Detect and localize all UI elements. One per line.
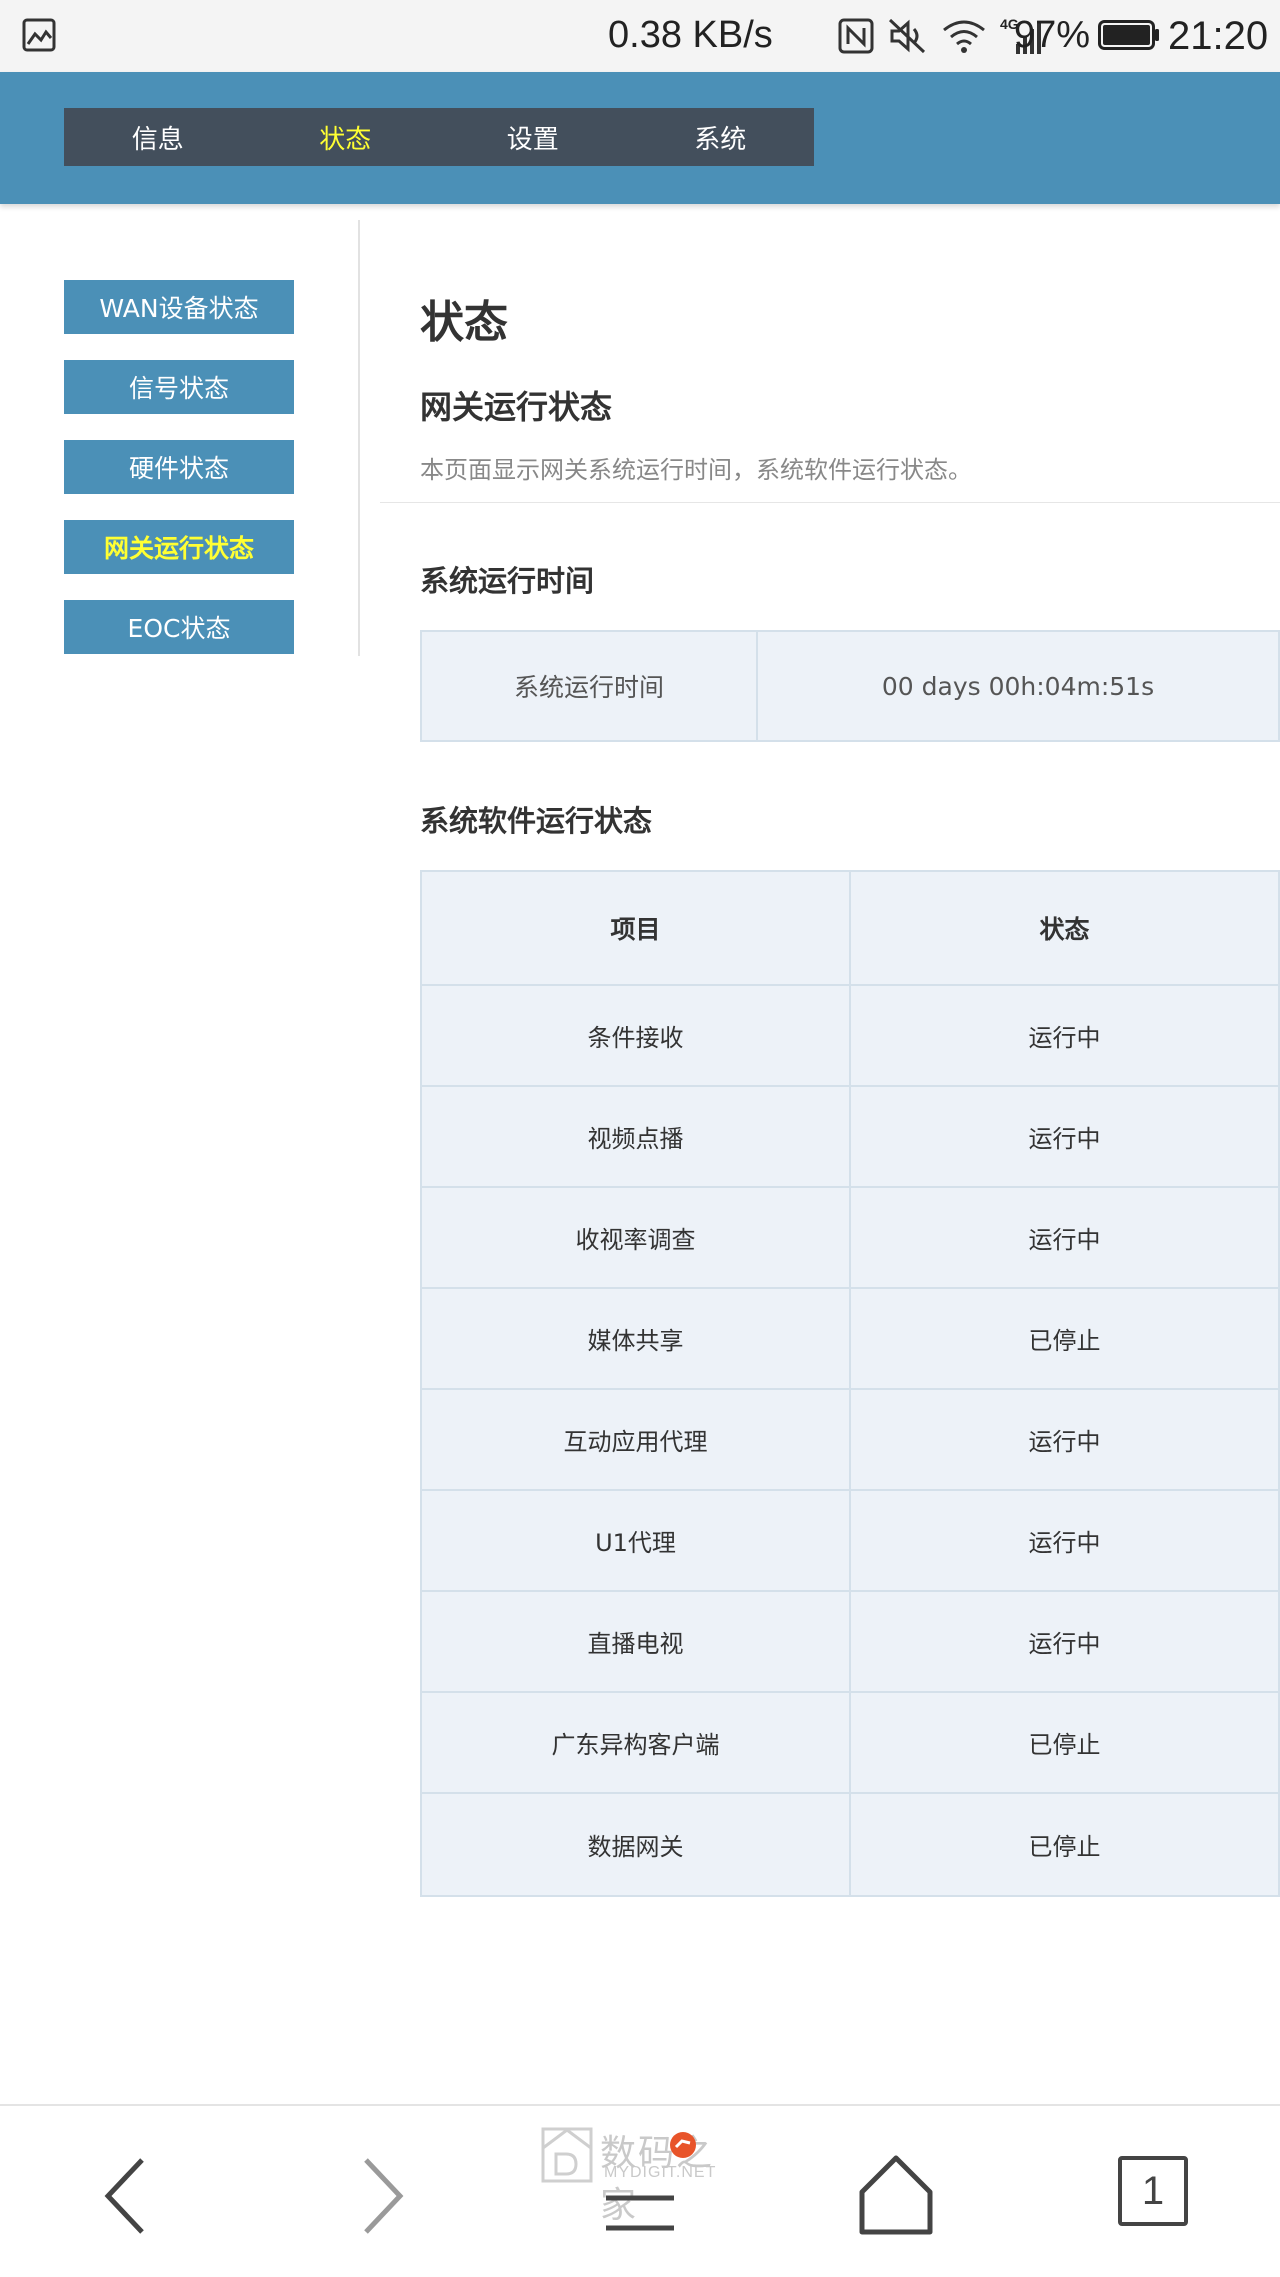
status-cell: 运行中 (1028, 1529, 1101, 1557)
table-row: 媒体共享 已停止 (422, 1289, 1278, 1390)
item-cell: 广东异构客户端 (422, 1693, 851, 1792)
status-cell: 运行中 (1028, 1428, 1101, 1456)
section-title: 网关运行状态 (420, 388, 613, 426)
item-cell: 视频点播 (422, 1087, 851, 1186)
forward-icon[interactable] (334, 2146, 434, 2246)
item-cell: 互动应用代理 (422, 1390, 851, 1489)
status-cell: 已停止 (1028, 1833, 1101, 1861)
clock: 21:20 (1168, 14, 1269, 58)
nfc-icon (838, 18, 874, 54)
battery-icon (1098, 20, 1159, 50)
table-row: 视频点播 运行中 (422, 1087, 1278, 1188)
table-row: 收视率调查 运行中 (422, 1188, 1278, 1289)
browser-toolbar: 数码之家 MYDIGIT.NET 1 (0, 2104, 1280, 2277)
tab-status[interactable]: 状态 (252, 119, 440, 156)
status-bar: 0.38 KB/s 4G 97% 21:20 (0, 0, 1280, 72)
tabs-count-icon: 1 (1118, 2156, 1188, 2226)
status-cell: 运行中 (1028, 1024, 1101, 1052)
tab-settings[interactable]: 设置 (439, 119, 627, 156)
item-cell: 数据网关 (422, 1794, 851, 1895)
column-header-item: 项目 (422, 872, 851, 984)
sidebar-item-signal-status[interactable]: 信号状态 (64, 360, 294, 414)
uptime-value: 00 days 00h:04m:51s (881, 671, 1155, 701)
status-cell: 运行中 (1028, 1226, 1101, 1254)
tabs-count: 1 (1141, 2168, 1165, 2213)
software-status-heading: 系统软件运行状态 (420, 804, 653, 838)
table-row: 广东异构客户端 已停止 (422, 1693, 1278, 1794)
status-cell: 已停止 (1028, 1731, 1101, 1759)
sidebar-item-eoc-status[interactable]: EOC状态 (64, 600, 294, 654)
tab-info[interactable]: 信息 (64, 119, 252, 156)
table-row: 条件接收 运行中 (422, 986, 1278, 1087)
software-status-table: 项目 状态 条件接收 运行中 视频点播 运行中 收视率调查 运行中 媒体共享 已… (420, 870, 1280, 1897)
item-cell: U1代理 (422, 1491, 851, 1590)
mute-icon (888, 18, 926, 54)
sidebar-item-wan-status[interactable]: WAN设备状态 (64, 280, 294, 334)
sidebar: WAN设备状态 信号状态 硬件状态 网关运行状态 EOC状态 (64, 280, 296, 680)
network-speed: 0.38 KB/s (608, 14, 773, 56)
uptime-label: 系统运行时间 (422, 632, 758, 740)
top-nav: 信息 状态 设置 系统 (64, 108, 814, 166)
table-row: 直播电视 运行中 (422, 1592, 1278, 1693)
item-cell: 条件接收 (422, 986, 851, 1085)
column-header-status: 状态 (1039, 915, 1090, 944)
page-description: 本页面显示网关系统运行时间，系统软件运行状态。 (420, 456, 972, 484)
battery-percent: 97% (1014, 14, 1091, 56)
table-row: 数据网关 已停止 (422, 1794, 1278, 1895)
home-icon[interactable] (846, 2146, 946, 2246)
item-cell: 直播电视 (422, 1592, 851, 1691)
wifi-icon (943, 20, 985, 53)
sidebar-item-hardware-status[interactable]: 硬件状态 (64, 440, 294, 494)
uptime-heading: 系统运行时间 (420, 564, 595, 598)
table-row: 互动应用代理 运行中 (422, 1390, 1278, 1491)
sidebar-item-gateway-status[interactable]: 网关运行状态 (64, 520, 294, 574)
sidebar-divider (358, 220, 360, 656)
table-row: U1代理 运行中 (422, 1491, 1278, 1592)
watermark-logo-icon (541, 2127, 593, 2183)
back-icon[interactable] (74, 2146, 174, 2246)
page-title: 状态 (420, 297, 508, 348)
status-cell: 运行中 (1028, 1630, 1101, 1658)
uptime-table: 系统运行时间 00 days 00h:04m:51s (420, 630, 1280, 742)
item-cell: 收视率调查 (422, 1188, 851, 1287)
status-cell: 已停止 (1028, 1327, 1101, 1355)
image-icon (22, 18, 56, 52)
status-icons: 4G (838, 14, 1042, 58)
menu-icon[interactable] (590, 2146, 690, 2246)
table-header-row: 项目 状态 (422, 872, 1278, 986)
item-cell: 媒体共享 (422, 1289, 851, 1388)
header: 信息 状态 设置 系统 (0, 72, 1280, 204)
status-cell: 运行中 (1028, 1125, 1101, 1153)
tabs-button[interactable]: 1 (1102, 2146, 1202, 2246)
divider (380, 502, 1280, 503)
tab-system[interactable]: 系统 (627, 119, 815, 156)
